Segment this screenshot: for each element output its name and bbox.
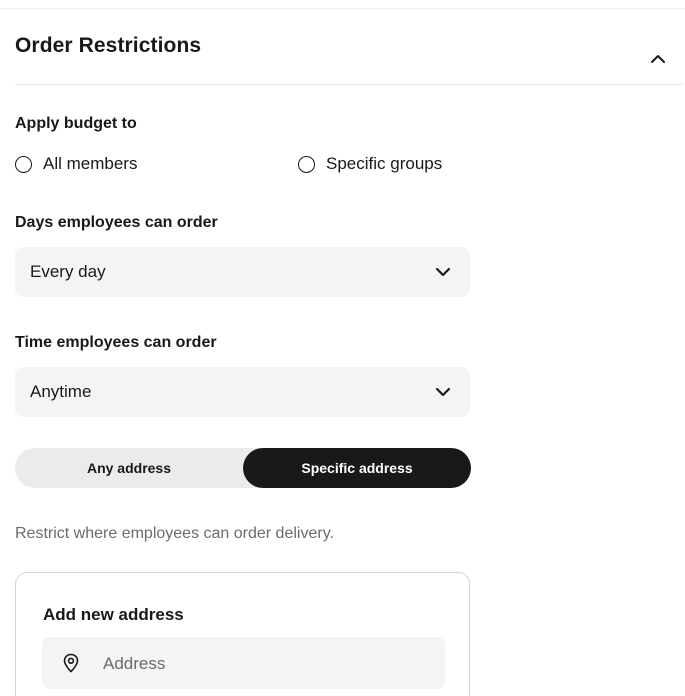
chevron-down-icon — [435, 387, 451, 397]
days-label: Days employees can order — [15, 214, 218, 231]
radio-all-members[interactable]: All members — [15, 154, 137, 174]
radio-label: Specific groups — [326, 154, 443, 173]
radio-specific-groups[interactable]: Specific groups — [298, 154, 442, 174]
address-hint: Restrict where employees can order deliv… — [15, 525, 334, 542]
address-mode-toggle: Any address Specific address — [15, 448, 471, 488]
radio-circle-icon — [15, 155, 32, 173]
time-label: Time employees can order — [15, 334, 217, 351]
radio-label: All members — [43, 154, 138, 173]
days-select-value: Every day — [30, 262, 106, 281]
collapse-button[interactable] — [647, 48, 669, 70]
add-address-title: Add new address — [43, 605, 184, 624]
time-select[interactable]: Anytime — [15, 367, 470, 417]
chevron-up-icon — [651, 55, 665, 63]
specific-address-tab[interactable]: Specific address — [243, 448, 471, 488]
address-placeholder: Address — [103, 654, 166, 673]
any-address-tab[interactable]: Any address — [15, 448, 243, 488]
address-input[interactable]: Address — [42, 637, 445, 689]
section-header: Order Restrictions — [15, 34, 683, 85]
section-title: Order Restrictions — [15, 34, 202, 57]
apply-budget-label: Apply budget to — [15, 115, 137, 132]
order-restrictions-panel: Order Restrictions Apply budget to All m… — [0, 0, 685, 696]
divider — [0, 8, 685, 9]
time-select-value: Anytime — [30, 382, 92, 401]
radio-circle-icon — [298, 155, 315, 173]
days-select[interactable]: Every day — [15, 247, 470, 297]
location-pin-icon — [63, 653, 79, 673]
add-address-card: Add new address Address — [15, 572, 470, 696]
chevron-down-icon — [435, 267, 451, 277]
